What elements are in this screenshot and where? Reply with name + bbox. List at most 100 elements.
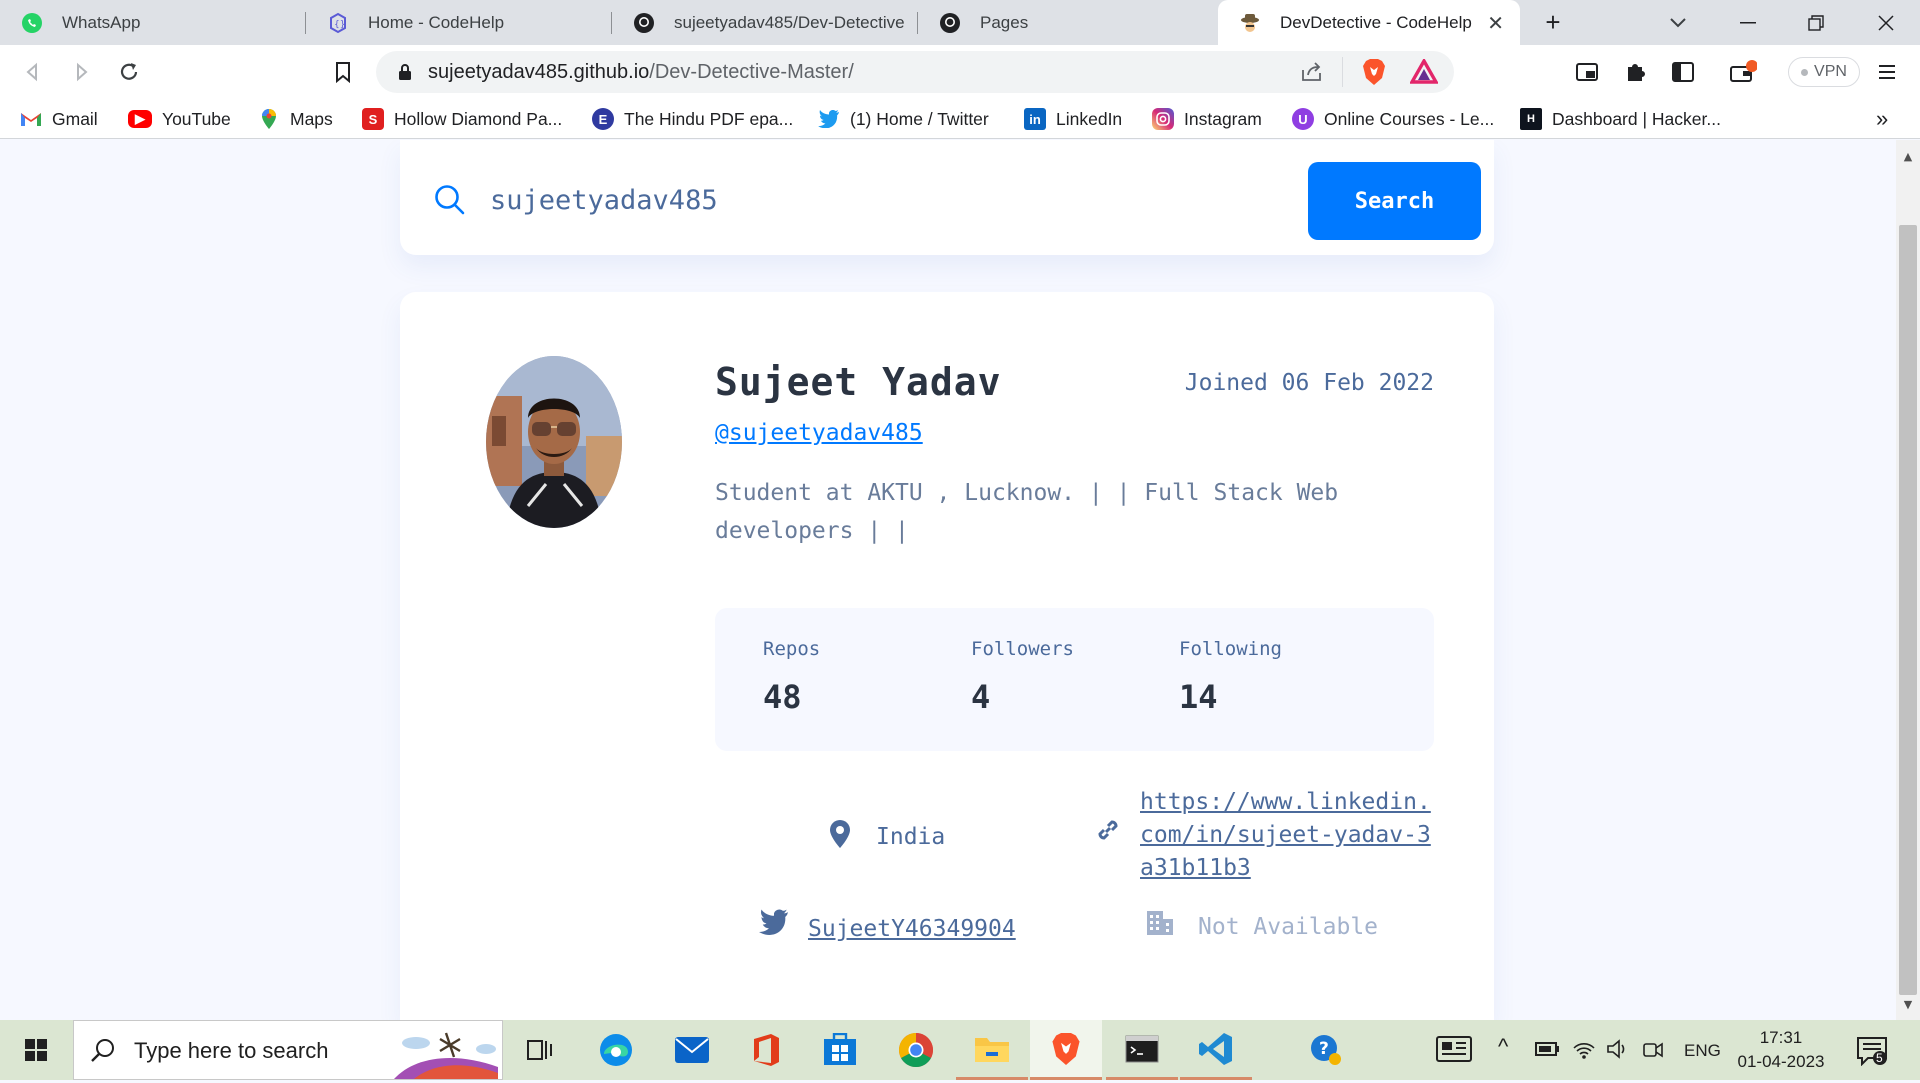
notifications-icon[interactable]: 5 — [1856, 1036, 1888, 1071]
clock[interactable]: 17:31 01-04-2023 — [1716, 1026, 1846, 1074]
store-icon[interactable] — [804, 1020, 876, 1080]
joined-date: Joined 06 Feb 2022 — [1184, 370, 1434, 396]
youtube-icon: ▶ — [128, 110, 152, 128]
repos-count: 48 — [763, 678, 802, 716]
avatar — [486, 356, 622, 528]
brave-rewards-icon[interactable] — [1409, 57, 1439, 89]
picture-in-picture-icon[interactable] — [1568, 53, 1606, 91]
followers-count: 4 — [971, 678, 991, 716]
website-link[interactable]: https://www.linkedin. com/in/sujeet-yada… — [1140, 786, 1431, 885]
tab-whatsapp[interactable]: WhatsApp — [0, 0, 306, 45]
following-count: 14 — [1179, 678, 1218, 716]
twitter-link[interactable]: SujeetY46349904 — [808, 916, 1016, 942]
minimize-button[interactable] — [1714, 0, 1782, 45]
more-bookmarks-button[interactable]: » — [1876, 106, 1888, 131]
lock-icon — [398, 63, 412, 85]
stat-followers: Followers 4 — [971, 638, 1074, 716]
wifi-icon[interactable] — [1572, 1038, 1596, 1065]
close-tab-icon[interactable]: ✕ — [1487, 11, 1504, 36]
github-icon — [938, 11, 962, 35]
tab-github-repo[interactable]: sujeetyadav485/Dev-Detective — [612, 0, 918, 45]
bookmark-e-icon: E — [592, 108, 614, 130]
show-hidden-icons-icon[interactable]: ^ — [1498, 1034, 1508, 1060]
office-icon[interactable] — [730, 1020, 802, 1080]
menu-icon[interactable] — [1868, 53, 1906, 91]
vscode-icon[interactable] — [1180, 1020, 1252, 1080]
taskbar-search-box[interactable]: Type here to search — [73, 1020, 503, 1080]
tab-strip: WhatsApp {} Home - CodeHelp sujeetyadav4… — [0, 0, 1920, 45]
reload-button[interactable] — [110, 53, 148, 91]
bookmark-s-icon: S — [362, 108, 384, 130]
new-tab-button[interactable]: + — [1518, 0, 1588, 45]
restore-button[interactable] — [1782, 0, 1850, 45]
forward-button[interactable] — [62, 53, 100, 91]
wallet-icon[interactable] — [1724, 53, 1762, 91]
profile-card: Sujeet Yadav Joined 06 Feb 2022 @sujeety… — [400, 292, 1494, 1020]
start-button[interactable] — [0, 1020, 72, 1080]
scrollbar-thumb[interactable] — [1899, 225, 1917, 995]
mail-icon[interactable] — [656, 1020, 728, 1080]
address-bar[interactable]: sujeetyadav485.github.io/Dev-Detective-M… — [376, 51, 1454, 93]
bookmark-icon[interactable] — [324, 53, 362, 91]
username-search-input[interactable] — [490, 178, 1290, 222]
help-icon[interactable]: ? — [1290, 1020, 1362, 1080]
brave-taskbar-icon[interactable] — [1030, 1020, 1102, 1080]
profile-handle-link[interactable]: @sujeetyadav485 — [715, 420, 923, 446]
company-info: Not Available — [1144, 906, 1378, 940]
file-explorer-icon[interactable] — [956, 1020, 1028, 1080]
bookmark-hackerrank[interactable]: H Dashboard | Hacker... — [1520, 107, 1721, 131]
twitter-icon — [758, 906, 790, 938]
share-icon[interactable] — [1300, 61, 1324, 87]
bookmark-linkedin[interactable]: in LinkedIn — [1024, 107, 1122, 131]
browser-toolbar: sujeetyadav485.github.io/Dev-Detective-M… — [0, 45, 1920, 99]
bookmark-instagram[interactable]: Instagram — [1152, 107, 1262, 131]
link-icon — [1092, 814, 1124, 846]
udemy-icon: U — [1292, 108, 1314, 130]
news-widget-icon[interactable] — [1436, 1036, 1472, 1067]
search-bar: Search — [400, 140, 1494, 255]
camera-icon[interactable] — [1642, 1038, 1664, 1065]
search-highlight-icon — [394, 1027, 498, 1083]
vpn-status-icon — [1801, 68, 1809, 76]
terminal-icon[interactable] — [1106, 1020, 1178, 1080]
bookmark-gmail[interactable]: Gmail — [20, 107, 98, 131]
scroll-down-icon[interactable]: ▼ — [1896, 998, 1920, 1016]
codehelp-icon: {} — [326, 11, 350, 35]
bookmark-youtube[interactable]: ▶ YouTube — [128, 107, 231, 131]
search-icon — [434, 184, 466, 220]
battery-icon[interactable] — [1534, 1038, 1560, 1063]
location-pin-icon — [824, 818, 856, 850]
extensions-icon[interactable] — [1616, 53, 1654, 91]
twitter-info: SujeetY46349904 — [758, 906, 1016, 942]
windows-taskbar: Type here to search ? ^ ENG 17:31 01-04-… — [0, 1020, 1920, 1080]
close-window-button[interactable] — [1852, 0, 1920, 45]
back-button[interactable] — [14, 53, 52, 91]
sidebar-icon[interactable] — [1664, 53, 1702, 91]
search-icon — [90, 1037, 116, 1067]
bookmark-the-hindu[interactable]: E The Hindu PDF epa... — [592, 107, 793, 131]
bookmark-udemy[interactable]: U Online Courses - Le... — [1292, 107, 1494, 131]
maps-icon — [258, 108, 280, 130]
tab-codehelp[interactable]: {} Home - CodeHelp — [306, 0, 612, 45]
linkedin-icon: in — [1024, 108, 1046, 130]
stat-repos: Repos 48 — [763, 638, 821, 716]
company-building-icon — [1144, 906, 1176, 938]
tab-search-icon[interactable] — [1644, 0, 1712, 45]
chrome-icon[interactable] — [880, 1020, 952, 1080]
vpn-button[interactable]: VPN — [1788, 57, 1860, 87]
volume-icon[interactable] — [1606, 1038, 1630, 1065]
scroll-up-icon[interactable]: ▲ — [1896, 150, 1920, 168]
brave-shields-icon[interactable] — [1361, 58, 1387, 90]
search-button[interactable]: Search — [1308, 162, 1481, 240]
website-info: https://www.linkedin. com/in/sujeet-yada… — [1092, 786, 1431, 885]
bookmark-twitter[interactable]: (1) Home / Twitter — [818, 107, 989, 131]
task-view-icon[interactable] — [504, 1020, 576, 1080]
svg-text:{}: {} — [334, 20, 345, 30]
tab-pages[interactable]: Pages — [918, 0, 1218, 45]
edge-icon[interactable] — [580, 1020, 652, 1080]
bookmark-hollow-diamond[interactable]: S Hollow Diamond Pa... — [362, 107, 562, 131]
bookmark-maps[interactable]: Maps — [258, 107, 333, 131]
bookmarks-bar: Gmail ▶ YouTube Maps S Hollow Diamond Pa… — [0, 99, 1920, 139]
tab-devdetective[interactable]: DevDetective - CodeHelp ✕ — [1218, 0, 1520, 45]
whatsapp-icon — [20, 11, 44, 35]
